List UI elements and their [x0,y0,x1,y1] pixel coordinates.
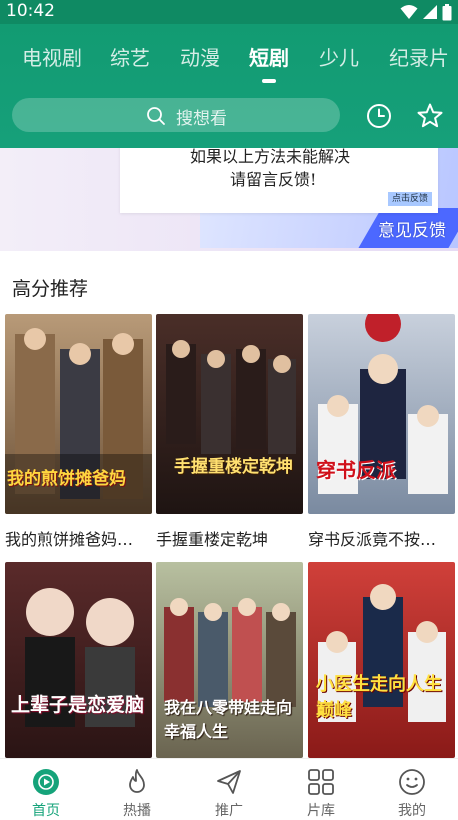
search-icon [147,107,165,125]
bottom-nav: 首页 热播 推广 片库 我的 [0,758,458,820]
poster-title-text: 小医生走向人生巅峰 [316,674,442,721]
play-circle-icon [33,769,59,795]
status-icons [400,3,452,21]
drama-poster[interactable]: 穿书反派 [308,314,455,514]
poster-title-text: 上辈子是恋爱脑 [11,694,145,716]
feedback-banner[interactable]: 如果以上方法未能解决 请留言反馈! 点击反馈 意见反馈 [0,148,458,251]
nav-library[interactable]: 片库 [275,759,367,820]
nav-trending[interactable]: 热播 [91,759,183,820]
poster-title-text: 我的煎饼摊爸妈 [7,469,126,489]
drama-poster[interactable]: 我在八零带娃走向幸福人生 [156,562,303,758]
tab-variety[interactable]: 综艺 [110,42,150,71]
nav-profile[interactable]: 我的 [366,759,458,820]
smile-icon [399,769,425,795]
nav-home[interactable]: 首页 [0,759,92,820]
banner-feedback-button[interactable]: 点击反馈 [388,192,433,206]
signal-icon [423,5,437,19]
top-header: 电视剧 综艺 动漫 短剧 少儿 纪录片 搜想看 [0,24,458,148]
wifi-icon [400,5,418,19]
drama-card-title: 手握重楼定乾坤 [156,530,269,549]
grid-icon [308,769,334,795]
drama-card-title: 穿书反派竟不按… [308,530,437,549]
nav-trending-label: 热播 [123,803,151,819]
nav-profile-label: 我的 [398,803,426,819]
status-bar: 10:42 [0,0,458,24]
tab-short-drama[interactable]: 短剧 [249,42,289,71]
banner-text-line1: 如果以上方法未能解决 [190,148,351,166]
nav-home-label: 首页 [32,803,60,819]
poster-title-text: 穿书反派 [316,458,396,482]
search-placeholder: 搜想看 [176,109,227,129]
search-input[interactable]: 搜想看 [12,98,340,132]
banner-caption: 意见反馈 [378,221,446,241]
status-time: 10:42 [6,1,55,21]
tab-anime[interactable]: 动漫 [180,42,220,71]
poster-title-text: 我在八零带娃走向幸福人生 [164,698,293,741]
paper-plane-icon [217,770,241,794]
tab-documentary[interactable]: 纪录片 [389,42,449,71]
drama-poster[interactable]: 手握重楼定乾坤 [156,314,303,514]
section-title: 高分推荐 [12,278,89,300]
nav-promote[interactable]: 推广 [183,759,275,820]
drama-poster[interactable]: 小医生走向人生巅峰 [308,562,455,758]
battery-icon [442,3,452,20]
category-tabs: 电视剧 综艺 动漫 短剧 少儿 纪录片 [0,42,458,82]
drama-poster[interactable]: 上辈子是恋爱脑 [5,562,152,758]
tab-kids[interactable]: 少儿 [319,42,359,71]
poster-title-text: 手握重楼定乾坤 [174,457,293,477]
flame-icon [129,769,145,793]
tab-tv-series[interactable]: 电视剧 [22,42,82,71]
banner-notice: 如果以上方法未能解决 请留言反馈! 点击反馈 [120,148,438,213]
nav-promote-label: 推广 [215,803,243,819]
nav-library-label: 片库 [307,803,335,819]
favorites-star-icon[interactable] [415,101,445,131]
banner-text-line2: 请留言反馈! [230,170,317,189]
active-tab-indicator [262,79,276,83]
history-icon[interactable] [364,101,394,131]
drama-poster[interactable]: 我的煎饼摊爸妈 [5,314,152,514]
drama-card-title: 我的煎饼摊爸妈… [5,530,134,549]
